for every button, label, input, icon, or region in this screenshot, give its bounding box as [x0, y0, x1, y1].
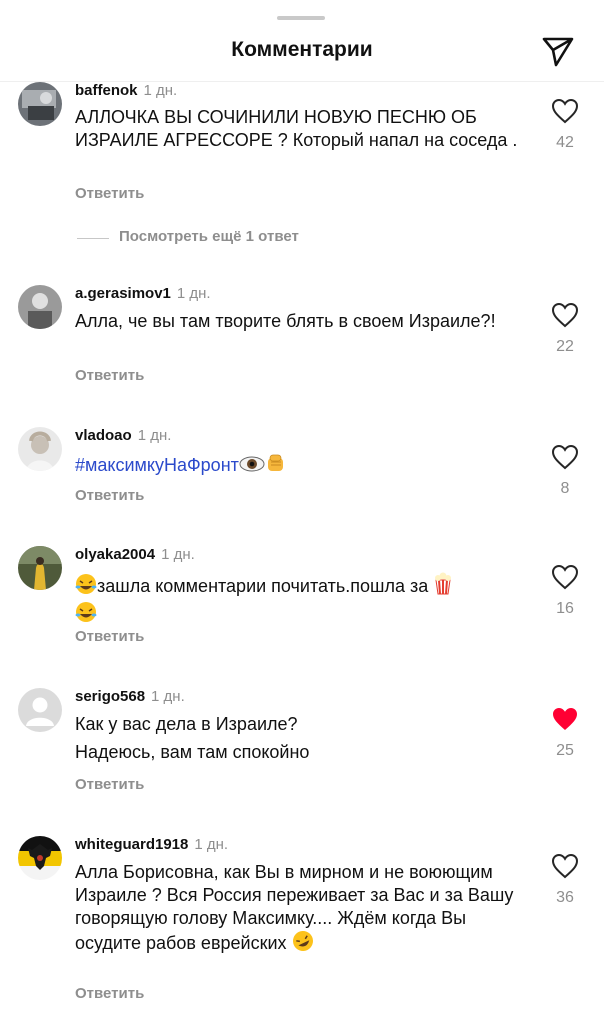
reply-button[interactable]: Ответить — [75, 628, 144, 645]
like-count: 42 — [556, 134, 574, 151]
eye-emoji-icon — [239, 454, 265, 480]
timestamp: 1 дн. — [151, 688, 185, 705]
hashtag-link[interactable]: #максимкуНаФронт — [75, 455, 239, 475]
header: Комментарии — [0, 0, 604, 82]
comment-meta: olyaka2004 1 дн. — [75, 546, 195, 563]
like-count: 16 — [556, 600, 574, 617]
laughing-emoji-icon — [75, 601, 97, 629]
comment-text: Как у вас дела в Израиле? — [75, 714, 298, 734]
avatar[interactable] — [18, 427, 62, 471]
timestamp: 1 дн. — [194, 836, 229, 853]
popcorn-emoji-icon — [433, 571, 453, 601]
comment-text: #максимкуНаФронт — [75, 452, 530, 480]
comment-meta: vladoao 1 дн. — [75, 427, 171, 444]
comment-text: Алла, че вы там творите блять в своем Из… — [75, 311, 496, 331]
like-count: 36 — [556, 889, 574, 906]
timestamp: 1 дн. — [143, 82, 178, 99]
heart-icon[interactable] — [551, 302, 579, 328]
comment-text-body: зашла комментарии почитать.пошла за — [97, 576, 429, 596]
username[interactable]: vladoao — [75, 427, 132, 444]
heart-filled-icon[interactable] — [551, 706, 579, 732]
timestamp: 1 дн. — [137, 427, 172, 444]
send-icon[interactable] — [540, 34, 576, 68]
username[interactable]: serigo568 — [75, 688, 145, 705]
heart-icon[interactable] — [551, 853, 579, 879]
avatar[interactable] — [18, 836, 62, 880]
page-title: Комментарии — [231, 38, 373, 61]
divider — [77, 238, 109, 239]
reply-button[interactable]: Ответить — [75, 487, 144, 504]
avatar[interactable] — [18, 546, 62, 590]
comment-text: АЛЛОЧКА ВЫ СОЧИНИЛИ НОВУЮ ПЕСНЮ ОБ ИЗРАИ… — [75, 107, 518, 150]
reply-button[interactable]: Ответить — [75, 185, 144, 202]
comment-meta: whiteguard1918 1 дн. — [75, 836, 228, 853]
comment-text: Алла Борисовна, как Вы в мирном и не вою… — [75, 861, 530, 958]
reply-button[interactable]: Ответить — [75, 776, 144, 793]
username[interactable]: olyaka2004 — [75, 546, 155, 563]
sheet-grabber[interactable] — [277, 16, 325, 20]
comment-text: зашла комментарии почитать.пошла за — [75, 571, 530, 629]
heart-icon[interactable] — [551, 444, 579, 470]
avatar[interactable] — [18, 285, 62, 329]
heart-icon[interactable] — [551, 564, 579, 590]
fist-emoji-icon — [265, 452, 287, 480]
comment-meta: serigo568 1 дн. — [75, 688, 185, 705]
reply-button[interactable]: Ответить — [75, 985, 144, 1002]
comments-sheet: Комментарии baffenok 1 дн. АЛЛОЧКА ВЫ СОЧ… — [0, 0, 604, 1024]
comment-meta: baffenok 1 дн. — [75, 82, 177, 99]
username[interactable]: whiteguard1918 — [75, 836, 188, 853]
rofl-emoji-icon — [292, 930, 314, 958]
like-count: 25 — [556, 742, 574, 759]
like-count: 22 — [556, 338, 574, 355]
heart-icon[interactable] — [551, 98, 579, 124]
comment-text-line2: Надеюсь, вам там спокойно — [75, 742, 310, 762]
avatar[interactable] — [18, 688, 62, 732]
view-more-label[interactable]: Посмотреть ещё 1 ответ — [119, 228, 299, 245]
username[interactable]: baffenok — [75, 82, 138, 99]
reply-button[interactable]: Ответить — [75, 367, 144, 384]
like-count: 8 — [560, 480, 570, 497]
timestamp: 1 дн. — [176, 285, 211, 302]
comment-meta: a.gerasimov1 1 дн. — [75, 285, 211, 302]
timestamp: 1 дн. — [161, 546, 195, 563]
laughing-emoji-icon — [75, 573, 97, 601]
username[interactable]: a.gerasimov1 — [75, 285, 171, 302]
avatar[interactable] — [18, 82, 62, 126]
